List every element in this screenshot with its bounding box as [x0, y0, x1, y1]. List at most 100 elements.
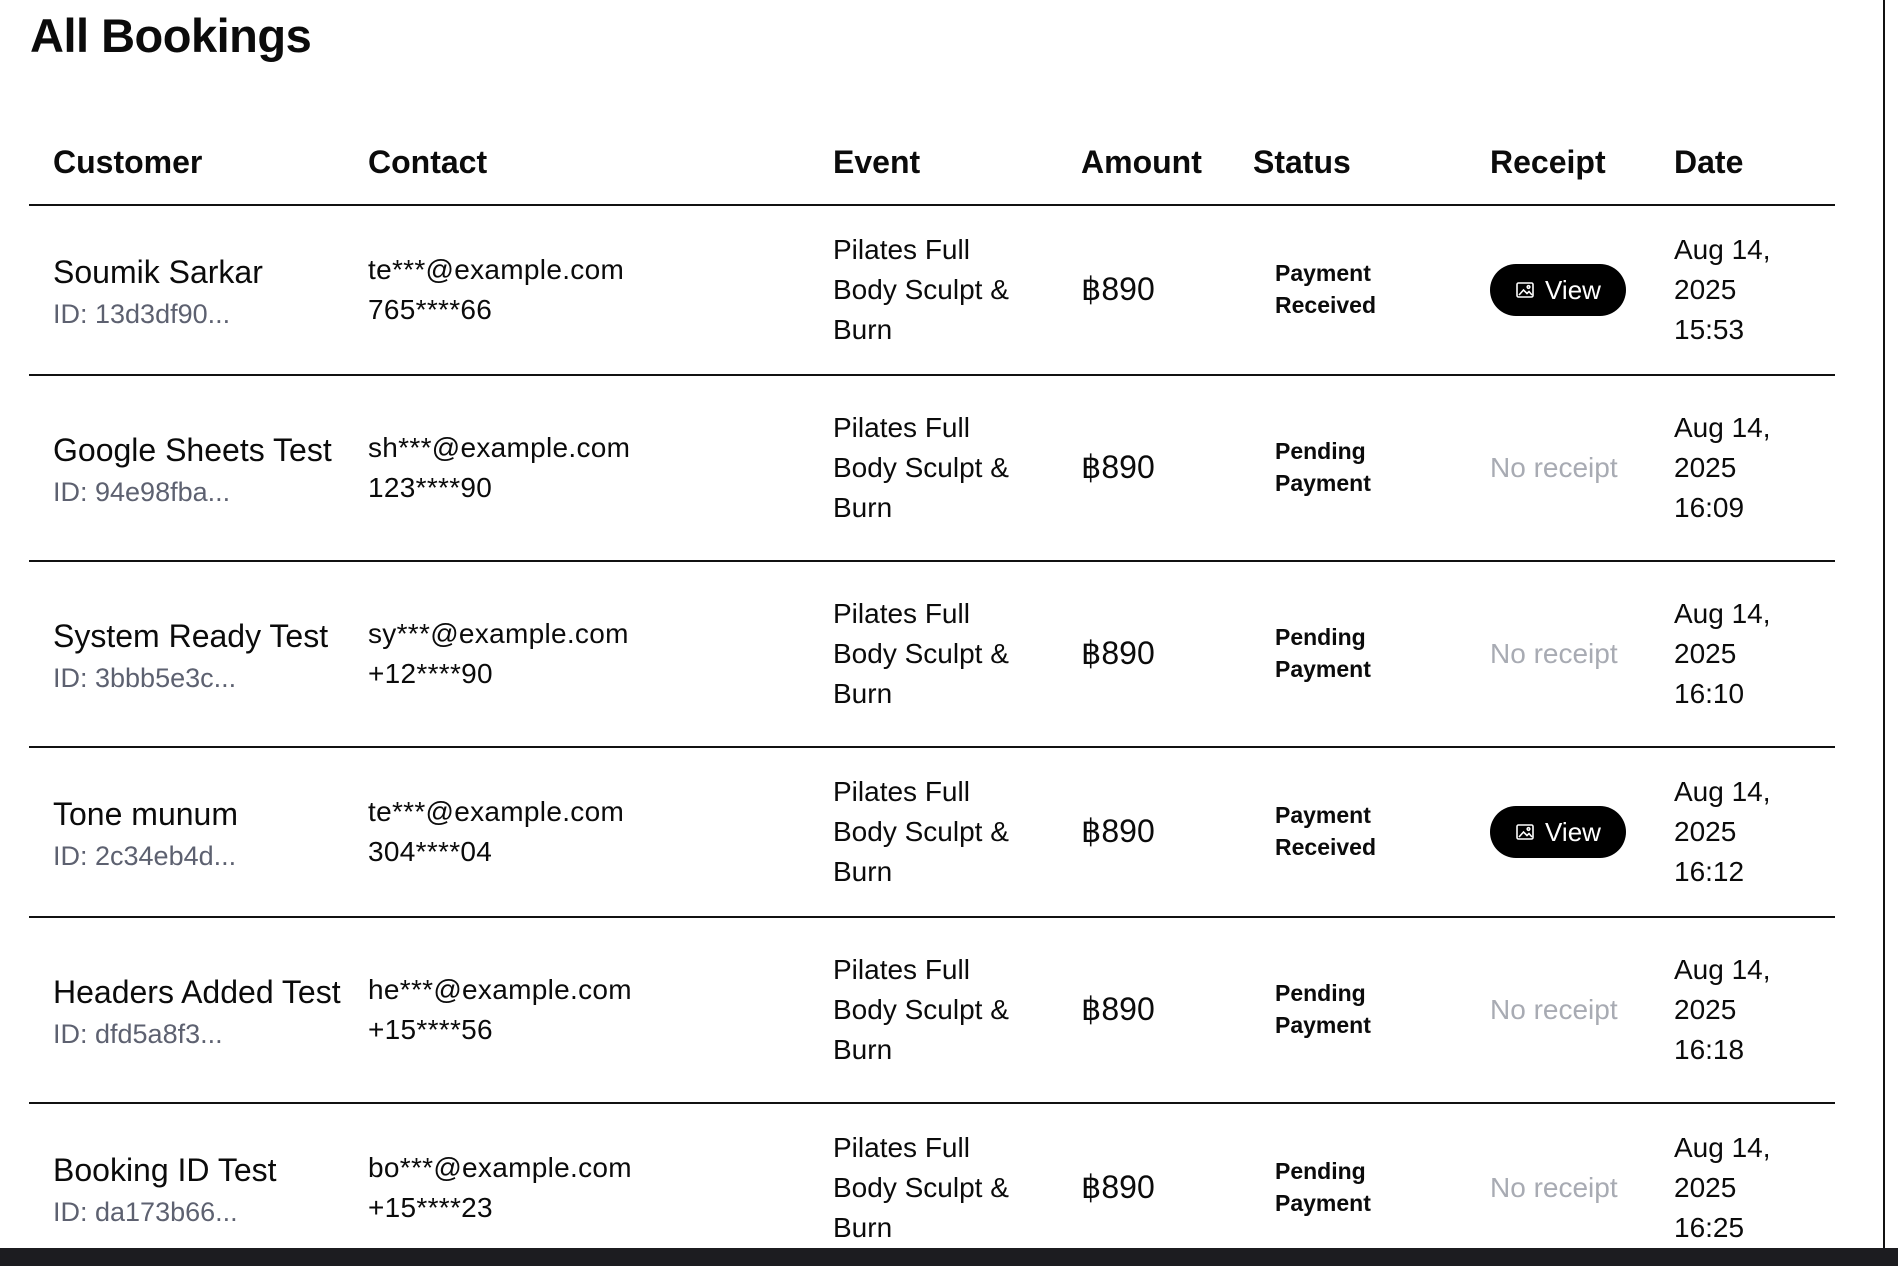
customer-name: Tone munum [53, 796, 238, 832]
event-cell: Pilates Full Body Sculpt & Burn [809, 747, 1057, 918]
event-line: Pilates Full [833, 954, 970, 985]
event-line: Pilates Full [833, 234, 970, 265]
date-line: 2025 [1674, 1172, 1737, 1203]
customer-cell: Headers Added Test ID: dfd5a8f3... [29, 917, 344, 1104]
status-line: Payment [1275, 655, 1371, 682]
event-line: Burn [833, 492, 893, 523]
event-cell: Pilates Full Body Sculpt & Burn [809, 917, 1057, 1104]
receipt-cell: No receipt [1466, 561, 1650, 748]
customer-cell: Soumik Sarkar ID: 13d3df90... [29, 205, 344, 376]
no-receipt-text: No receipt [1490, 1172, 1618, 1203]
status-cell: Pending Payment [1229, 917, 1466, 1104]
customer-id: ID: 2c34eb4d... [53, 841, 237, 871]
date-cell: Aug 14, 2025 16:10 [1650, 561, 1835, 748]
status-line: Payment [1275, 1011, 1371, 1038]
table-row[interactable]: Google Sheets Test ID: 94e98fba... sh***@e… [29, 375, 1835, 562]
status-line: Payment [1275, 801, 1371, 828]
event-line: Body Sculpt & [833, 638, 1009, 669]
customer-name: Google Sheets Test [53, 432, 332, 468]
customer-name: Booking ID Test [53, 1152, 277, 1188]
contact-email: sh***@example.com [368, 432, 631, 463]
status-line: Payment [1275, 469, 1371, 496]
column-header-contact: Contact [344, 120, 809, 206]
event-line: Burn [833, 678, 893, 709]
date-line: 2025 [1674, 274, 1737, 305]
event-cell: Pilates Full Body Sculpt & Burn [809, 561, 1057, 748]
column-header-amount: Amount [1057, 120, 1229, 206]
event-line: Body Sculpt & [833, 994, 1009, 1025]
status-cell: Pending Payment [1229, 375, 1466, 562]
date-line: Aug 14, [1674, 234, 1771, 265]
amount-value: ฿890 [1081, 991, 1155, 1027]
column-header-customer: Customer [29, 120, 344, 206]
view-receipt-label: View [1545, 274, 1601, 305]
view-receipt-button[interactable]: View [1490, 806, 1626, 858]
amount-value: ฿890 [1081, 813, 1155, 849]
date-line: 16:18 [1674, 1034, 1745, 1065]
date-line: 16:10 [1674, 678, 1745, 709]
status-line: Pending [1275, 437, 1366, 464]
event-cell: Pilates Full Body Sculpt & Burn [809, 375, 1057, 562]
status-line: Payment [1275, 259, 1371, 286]
table-row[interactable]: System Ready Test ID: 3bbb5e3c... sy***@ex… [29, 561, 1835, 748]
amount-cell: ฿890 [1057, 747, 1229, 918]
date-cell: Aug 14, 2025 15:53 [1650, 205, 1835, 376]
status-badge: Payment Received [1275, 799, 1376, 863]
date-line: 15:53 [1674, 314, 1745, 345]
date-line: Aug 14, [1674, 776, 1771, 807]
contact-cell: te***@example.com 765****66 [344, 205, 809, 376]
amount-value: ฿890 [1081, 271, 1155, 307]
contact-phone: 765****66 [368, 294, 493, 325]
status-line: Payment [1275, 1189, 1371, 1216]
bookings-table: Customer Contact Event Amount Status Rec… [29, 120, 1835, 1266]
date-cell: Aug 14, 2025 16:09 [1650, 375, 1835, 562]
event-line: Pilates Full [833, 412, 970, 443]
contact-email: te***@example.com [368, 796, 625, 827]
view-receipt-button[interactable]: View [1490, 264, 1626, 316]
customer-cell: System Ready Test ID: 3bbb5e3c... [29, 561, 344, 748]
customer-cell: Booking ID Test ID: da173b66... [29, 1103, 344, 1266]
date-line: 16:25 [1674, 1212, 1745, 1243]
amount-value: ฿890 [1081, 1169, 1155, 1205]
status-line: Received [1275, 833, 1377, 860]
window-edge [1883, 0, 1885, 1250]
status-cell: Payment Received [1229, 205, 1466, 376]
contact-email: sy***@example.com [368, 618, 629, 649]
receipt-cell: View [1466, 747, 1650, 918]
receipt-cell: No receipt [1466, 917, 1650, 1104]
event-cell: Pilates Full Body Sculpt & Burn [809, 1103, 1057, 1266]
view-receipt-label: View [1545, 816, 1601, 847]
column-header-date: Date [1650, 120, 1835, 206]
date-cell: Aug 14, 2025 16:12 [1650, 747, 1835, 918]
table-row[interactable]: Soumik Sarkar ID: 13d3df90... te***@exampl… [29, 205, 1835, 376]
customer-name: Soumik Sarkar [53, 254, 263, 290]
status-line: Pending [1275, 623, 1366, 650]
amount-value: ฿890 [1081, 635, 1155, 671]
status-badge: Pending Payment [1275, 1155, 1371, 1219]
table-row[interactable]: Headers Added Test ID: dfd5a8f3... he***@e… [29, 917, 1835, 1104]
status-badge: Pending Payment [1275, 621, 1371, 685]
receipt-cell: View [1466, 205, 1650, 376]
table-row[interactable]: Booking ID Test ID: da173b66... bo***@exam… [29, 1103, 1835, 1266]
customer-id: ID: 94e98fba... [53, 477, 231, 507]
event-line: Burn [833, 1212, 893, 1243]
customer-name: System Ready Test [53, 618, 329, 654]
status-cell: Pending Payment [1229, 1103, 1466, 1266]
image-icon [1515, 280, 1535, 300]
status-badge: Pending Payment [1275, 977, 1371, 1041]
table-row[interactable]: Tone munum ID: 2c34eb4d... te***@example.c… [29, 747, 1835, 918]
event-line: Body Sculpt & [833, 274, 1009, 305]
amount-cell: ฿890 [1057, 205, 1229, 376]
date-line: Aug 14, [1674, 598, 1771, 629]
event-line: Burn [833, 314, 893, 345]
contact-email: te***@example.com [368, 254, 625, 285]
image-icon [1515, 822, 1535, 842]
no-receipt-text: No receipt [1490, 638, 1618, 669]
customer-id: ID: dfd5a8f3... [53, 1019, 223, 1049]
contact-email: bo***@example.com [368, 1152, 632, 1183]
date-line: 16:09 [1674, 492, 1745, 523]
receipt-cell: No receipt [1466, 375, 1650, 562]
amount-value: ฿890 [1081, 449, 1155, 485]
table-body: Soumik Sarkar ID: 13d3df90... te***@exampl… [29, 205, 1835, 1266]
status-line: Pending [1275, 1157, 1366, 1184]
